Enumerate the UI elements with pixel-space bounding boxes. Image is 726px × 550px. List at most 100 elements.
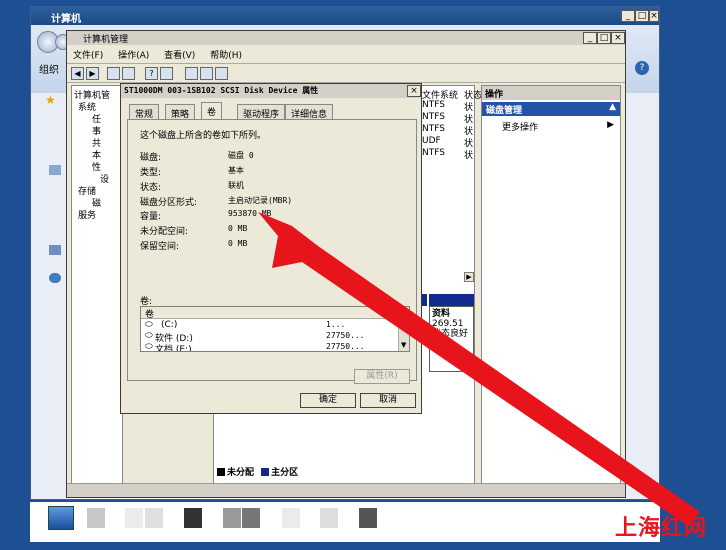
properties-icon[interactable] [160,67,173,80]
taskbar [30,502,660,542]
console-tree-icon[interactable] [122,67,135,80]
scroll-down-arrow-icon[interactable]: ▼ [401,341,406,349]
tab-driver[interactable]: 驱动程序 [237,104,286,120]
status-cell: 状 [464,151,474,161]
scroll-up-arrow-icon[interactable]: ▲ [401,307,406,315]
partition-box-data[interactable]: 资料 269.51 状态良好 [429,306,474,372]
outer-minimize-button[interactable]: _ [621,10,635,22]
computer-taskbar-icon[interactable] [48,506,74,530]
volumes-listbox[interactable]: 卷 ⬭ (C:) 1... ⬭ 软件 (D:) 27750... ⬭ 文档 (E… [140,306,410,352]
actions-pane: 操作 磁盘管理 ▲ 更多操作 ▶ [481,85,621,485]
menu-view[interactable]: 查看(V) [164,51,195,61]
field-label-disk: 磁盘: [140,153,162,163]
volumes-tab-panel: 这个磁盘上所含的卷如下所列。 磁盘: 磁盘 0 类型: 基本 状态: 联机 磁盘… [127,119,417,384]
intro-text: 这个磁盘上所含的卷如下所列。 [140,131,267,141]
tab-details[interactable]: 详细信息 [285,104,334,120]
blurred-taskbar-icon[interactable] [242,508,260,528]
list-item[interactable]: ⬭ 软件 (D:) 27750... [141,331,397,344]
volume-name: (C:) [161,320,178,330]
favorites-star-icon: ★ [45,93,56,107]
field-label-reserved: 保留空间: [140,242,180,252]
cm-window-title: 计算机管理 [83,35,129,45]
menu-file[interactable]: 文件(F) [73,51,103,61]
dialog-title: ST1000DM 003-1SB102 SCSI Disk Device 属性 [124,86,319,95]
tree-item-device-manager[interactable]: 设 [100,172,109,185]
settings-icon[interactable] [215,67,228,80]
action-disk-management[interactable]: 磁盘管理 ▲ [482,102,620,116]
field-label-unallocated: 未分配空间: [140,227,189,237]
volume-size: 1... [326,320,346,329]
blurred-taskbar-icon[interactable] [282,508,300,528]
field-value-reserved: 0 MB [228,239,248,248]
list-item[interactable]: ⬭ (C:) 1... [141,320,397,331]
drive-icon: ⬭ [145,320,153,330]
blurred-taskbar-icon[interactable] [223,508,241,528]
outer-maximize-button[interactable]: □ [635,10,649,22]
library-icon [49,165,61,175]
partition-status: 状态良好 [432,329,469,339]
help-icon[interactable]: ? [635,61,649,75]
volumes-column-header[interactable]: 卷 [141,307,397,320]
outer-right-pane [625,93,659,499]
cm-minimize-button[interactable]: _ [583,32,597,44]
cancel-button[interactable]: 取消 [360,393,416,408]
cm-close-button[interactable]: × [611,32,625,44]
tab-volumes[interactable]: 卷 [201,102,223,120]
primary-swatch [261,468,270,476]
cm-maximize-button[interactable]: □ [597,32,611,44]
fs-cell: UDF [422,136,441,146]
blurred-taskbar-icon[interactable] [320,508,338,528]
field-value-partition-style: 主启动记录(MBR) [228,196,293,205]
forward-arrow-icon[interactable]: ▶ [86,67,99,80]
legend-unallocated: 未分配 [227,468,255,478]
network-icon [49,273,61,283]
blurred-taskbar-icon[interactable] [184,508,202,528]
fs-cell: NTFS [422,100,445,110]
export-list-icon[interactable] [200,67,213,80]
tab-general[interactable]: 常规 [129,104,160,120]
blurred-taskbar-icon[interactable] [359,508,377,528]
volumes-scrollbar[interactable]: ▲ ▼ [398,307,409,351]
up-folder-icon[interactable] [107,67,120,80]
actions-header: 操作 [482,86,620,100]
tab-policies[interactable]: 策略 [165,104,196,120]
console-tree-pane: 计算机管 系统 任 事 共 本 性 设 存储 磁 服务 [71,85,123,485]
submenu-arrow-icon: ▶ [607,120,614,130]
help-book-icon[interactable]: ? [145,67,158,80]
drive-icon: ⬭ [145,331,153,341]
volume-size: 27750... [326,342,365,351]
field-value-unallocated: 0 MB [228,224,248,233]
dialog-close-button[interactable]: × [407,85,421,97]
menu-action[interactable]: 操作(A) [118,51,149,61]
outer-window-title: 计算机 [51,14,81,25]
field-value-capacity: 953870 MB [228,209,272,218]
disk-properties-dialog: ST1000DM 003-1SB102 SCSI Disk Device 属性 … [120,83,422,414]
volume-name: 文档 (E:) [155,345,192,352]
scroll-right-arrow-icon[interactable]: ▶ [464,272,474,282]
organize-button[interactable]: 组织 [39,61,59,76]
partition-name: 资料 [432,309,451,319]
watermark-logo: 上海红网 [615,515,708,541]
outer-nav-sidebar: ★ [31,93,67,499]
volume-size: 27750... [326,331,365,340]
field-label-capacity: 容量: [140,212,162,222]
menu-help[interactable]: 帮助(H) [210,51,242,61]
partition-size: 269.51 [432,319,464,329]
cm-status-bar [67,483,625,497]
action-more-actions[interactable]: 更多操作 ▶ [502,120,614,133]
field-label-status: 状态: [140,183,162,193]
list-item[interactable]: ⬭ 文档 (E:) 27750... [141,342,397,352]
blurred-taskbar-icon[interactable] [145,508,163,528]
more-actions-label: 更多操作 [502,123,539,133]
refresh-icon[interactable] [185,67,198,80]
tree-item-services[interactable]: 服务 [78,208,96,221]
volume-properties-button[interactable]: 属性(R) [354,369,410,384]
blurred-taskbar-icon[interactable] [87,508,105,528]
field-value-disk: 磁盘 0 [228,151,254,160]
back-arrow-icon[interactable]: ◀ [71,67,84,80]
unallocated-swatch [217,468,225,476]
field-label-partition-style: 磁盘分区形式: [140,198,198,208]
blurred-taskbar-icon[interactable] [125,508,143,528]
ok-button[interactable]: 确定 [300,393,356,408]
outer-close-button[interactable]: × [649,10,659,22]
